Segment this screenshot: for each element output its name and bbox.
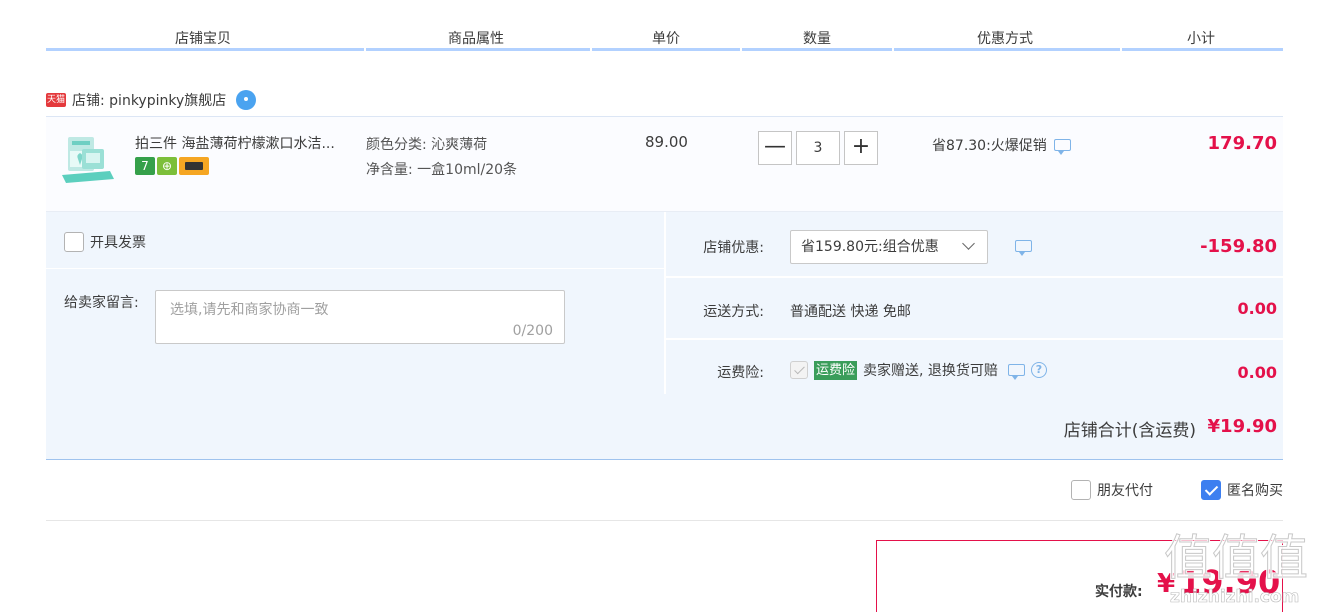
unit-price: 89.00 bbox=[645, 133, 688, 151]
header-subtotal: 小计 bbox=[1187, 31, 1215, 47]
divider bbox=[666, 276, 1283, 278]
product-thumbnail[interactable] bbox=[60, 131, 116, 187]
comment-icon[interactable] bbox=[1007, 364, 1025, 380]
cart-header: 店铺宝贝 商品属性 单价 数量 优惠方式 小计 bbox=[46, 0, 1283, 52]
divider bbox=[46, 268, 664, 269]
shop-total-bar: 店铺合计(含运费) ¥19.90 bbox=[46, 394, 1283, 460]
seller-message-input[interactable]: 选填,请先和商家协商一致 0/200 bbox=[155, 290, 565, 344]
insurance-info: 运费险 卖家赠送, 退换货可赔 ? bbox=[790, 360, 1047, 380]
credit-card-icon bbox=[179, 157, 209, 175]
friend-pay-label: 朋友代付 bbox=[1097, 483, 1153, 499]
help-icon[interactable]: ? bbox=[1030, 362, 1047, 378]
header-unit-price: 单价 bbox=[652, 31, 680, 47]
chevron-down-icon bbox=[962, 237, 975, 250]
order-options: 开具发票 给卖家留言: 选填,请先和商家协商一致 0/200 店铺优惠: 省15… bbox=[46, 212, 1283, 394]
qty-input[interactable]: 3 bbox=[796, 131, 840, 165]
header-underline bbox=[592, 48, 740, 51]
anonymous-checkbox[interactable] bbox=[1201, 480, 1221, 500]
shop-name[interactable]: 店铺: pinkypinky旗舰店 bbox=[72, 90, 226, 110]
final-payment-amount: 19.90 bbox=[1179, 563, 1281, 601]
insurance-badge: 运费险 bbox=[814, 360, 858, 380]
seven-day-return-icon: 7 bbox=[135, 157, 155, 175]
friend-pay-checkbox[interactable] bbox=[1071, 480, 1091, 500]
message-placeholder: 选填,请先和商家协商一致 bbox=[170, 302, 329, 318]
divider bbox=[664, 212, 666, 394]
invoice-checkbox[interactable] bbox=[64, 232, 84, 252]
currency-symbol: ¥ bbox=[1157, 569, 1176, 599]
coupon-icon: ⊕ bbox=[157, 157, 177, 175]
insurance-amount: 0.00 bbox=[1237, 363, 1277, 382]
insurance-label: 运费险: bbox=[717, 365, 764, 381]
divider bbox=[666, 338, 1283, 340]
final-payment-label: 实付款: bbox=[1095, 584, 1143, 600]
product-title[interactable]: 拍三件 海盐薄荷柠檬漱口水洁... bbox=[135, 133, 355, 153]
header-attributes: 商品属性 bbox=[448, 31, 504, 47]
service-icons: 7 ⊕ bbox=[135, 157, 209, 175]
attr-color: 颜色分类: 沁爽薄荷 bbox=[366, 137, 488, 153]
wangwang-chat-icon[interactable] bbox=[236, 90, 257, 110]
invoice-label: 开具发票 bbox=[90, 235, 146, 251]
header-discount: 优惠方式 bbox=[977, 31, 1033, 47]
header-underline bbox=[894, 48, 1120, 51]
comment-icon[interactable] bbox=[1053, 139, 1071, 155]
shop-total-label: 店铺合计(含运费) bbox=[1063, 421, 1196, 441]
header-underline bbox=[46, 48, 364, 51]
insurance-checkbox bbox=[790, 361, 808, 379]
qty-minus-button[interactable]: — bbox=[758, 131, 792, 165]
header-underline bbox=[1122, 48, 1283, 51]
shipping-amount: 0.00 bbox=[1237, 299, 1277, 318]
promo-info: 省87.30:火爆促销 bbox=[932, 135, 1071, 155]
item-subtotal: 179.70 bbox=[1207, 133, 1277, 154]
invoice-option[interactable]: 开具发票 bbox=[64, 232, 146, 252]
tmall-icon: 天猫 bbox=[46, 93, 66, 107]
shop-total-amount: ¥19.90 bbox=[1207, 416, 1277, 437]
promo-text: 省87.30:火爆促销 bbox=[932, 138, 1047, 154]
qty-plus-button[interactable]: + bbox=[844, 131, 878, 165]
insurance-text: 卖家赠送, 退换货可赔 bbox=[863, 363, 998, 379]
discount-select[interactable]: 省159.80元:组合优惠 bbox=[790, 230, 988, 264]
discount-value: 省159.80元:组合优惠 bbox=[801, 239, 939, 255]
header-underline bbox=[742, 48, 892, 51]
shipping-label: 运送方式: bbox=[703, 304, 764, 320]
shipping-value: 普通配送 快递 免邮 bbox=[790, 304, 911, 320]
header-quantity: 数量 bbox=[803, 31, 831, 47]
header-underline bbox=[366, 48, 590, 51]
attr-volume: 净含量: 一盒10ml/20条 bbox=[366, 162, 518, 178]
message-char-count: 0/200 bbox=[512, 323, 553, 339]
friend-pay-option[interactable]: 朋友代付 bbox=[1071, 480, 1153, 500]
comment-icon[interactable] bbox=[1015, 240, 1032, 256]
cart-item-row: 拍三件 海盐薄荷柠檬漱口水洁... 7 ⊕ 颜色分类: 沁爽薄荷 净含量: 一盒… bbox=[46, 116, 1283, 212]
payment-options: 朋友代付 匿名购买 bbox=[1071, 480, 1283, 500]
final-payment-box: 实付款: ¥ 19.90 bbox=[876, 540, 1283, 612]
shop-row: 天猫 店铺: pinkypinky旗舰店 bbox=[46, 88, 257, 112]
anonymous-option[interactable]: 匿名购买 bbox=[1201, 480, 1283, 500]
divider bbox=[46, 520, 1283, 521]
discount-amount: -159.80 bbox=[1200, 236, 1277, 257]
quantity-stepper: — 3 + bbox=[758, 131, 878, 165]
header-shop-items: 店铺宝贝 bbox=[175, 31, 231, 47]
message-label: 给卖家留言: bbox=[64, 295, 139, 311]
anonymous-label: 匿名购买 bbox=[1227, 483, 1283, 499]
discount-label: 店铺优惠: bbox=[703, 240, 764, 256]
